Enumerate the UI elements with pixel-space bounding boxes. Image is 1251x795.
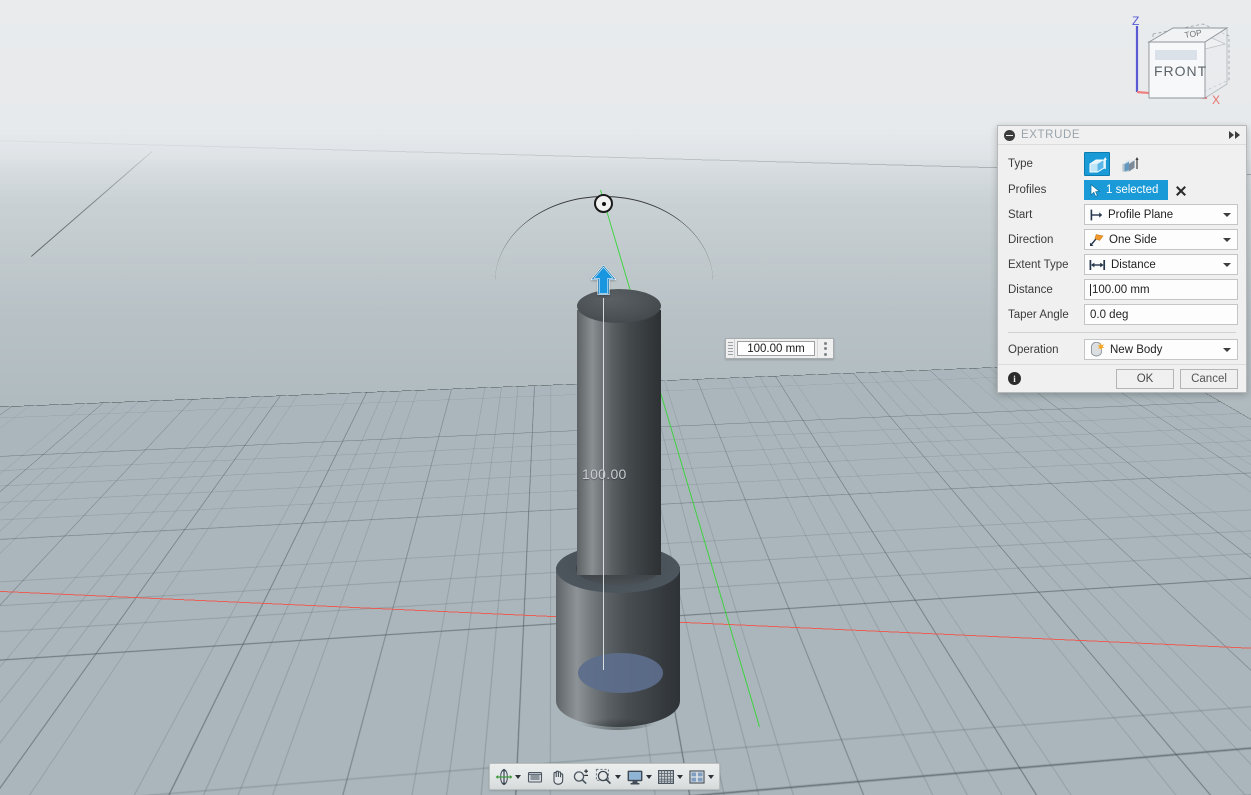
extent-type-dropdown[interactable]: Distance — [1084, 254, 1238, 275]
label-profiles: Profiles — [1008, 184, 1047, 196]
view-cube[interactable]: Z X TOP FRONT — [1127, 14, 1239, 120]
extrude-dimension-overlay: 100.00 — [582, 466, 627, 482]
zoom-window-icon — [595, 768, 612, 784]
navigation-toolbar[interactable] — [489, 763, 720, 790]
new-body-icon — [1090, 342, 1105, 357]
dimension-value-input[interactable]: 100.00 mm — [737, 341, 815, 356]
extrude-thin-icon — [1121, 156, 1139, 172]
start-dropdown[interactable]: Profile Plane — [1084, 204, 1238, 225]
row-profiles: Profiles 1 selected — [998, 178, 1246, 202]
display-settings-button[interactable] — [624, 765, 654, 788]
dialog-footer: i OK Cancel — [998, 364, 1246, 392]
clear-x-icon[interactable] — [1174, 184, 1187, 197]
taper-angle-input[interactable]: 0.0 deg — [1084, 304, 1238, 325]
monitor-icon — [627, 770, 643, 784]
start-caret-icon[interactable] — [1223, 212, 1231, 217]
type-solid-button[interactable] — [1084, 152, 1110, 176]
solid-body[interactable]: 100.00 — [0, 0, 1251, 795]
3d-modeling-viewport[interactable]: 100.00 Z X TOP FRONT 100.00 mm — [0, 0, 1251, 795]
floating-dimension-input[interactable]: 100.00 mm — [725, 338, 834, 359]
direction-value: One Side — [1109, 233, 1157, 246]
one-side-flag-icon — [1090, 233, 1104, 246]
grid-snaps-button[interactable] — [655, 765, 685, 788]
look-at-button[interactable] — [524, 765, 546, 788]
row-operation: Operation New Body — [998, 337, 1246, 362]
label-operation: Operation — [1008, 343, 1059, 356]
extruded-cylinder-side — [577, 310, 661, 575]
direction-caret-icon[interactable] — [1223, 237, 1231, 242]
cancel-button[interactable]: Cancel — [1180, 368, 1238, 389]
grid-icon — [658, 769, 674, 784]
info-icon[interactable]: i — [1008, 372, 1021, 385]
profile-plane-icon — [1090, 209, 1103, 220]
row-distance: Distance 100.00 mm — [998, 277, 1246, 302]
label-taper-angle: Taper Angle — [1008, 308, 1069, 321]
type-thin-button[interactable] — [1116, 152, 1142, 176]
operation-caret-icon[interactable] — [1223, 347, 1231, 352]
viewports-button[interactable] — [686, 765, 716, 788]
operation-value: New Body — [1110, 343, 1163, 356]
distance-value: 100.00 mm — [1092, 283, 1150, 296]
up-arrow-handle-icon[interactable] — [591, 265, 616, 295]
row-extent-type: Extent Type Distance — [998, 252, 1246, 277]
grid-snaps-caret-icon[interactable] — [677, 774, 683, 779]
label-start: Start — [1008, 208, 1033, 221]
selected-profile-face[interactable] — [578, 653, 663, 693]
dialog-title: EXTRUDE — [1021, 129, 1081, 141]
viewcube-z-label: Z — [1132, 14, 1139, 28]
collapse-circle-icon[interactable] — [1004, 129, 1015, 141]
profiles-value: 1 selected — [1106, 184, 1159, 196]
orbit-caret-icon[interactable] — [515, 774, 521, 779]
distance-arrows-icon — [1089, 259, 1106, 270]
text-caret — [1090, 283, 1091, 296]
operation-dropdown[interactable]: New Body — [1084, 339, 1238, 360]
zoom-window-button[interactable] — [593, 765, 623, 788]
label-extent-type: Extent Type — [1008, 258, 1069, 271]
taper-angle-value: 0.0 deg — [1090, 308, 1129, 321]
base-cylinder-bottom-shadow — [556, 700, 680, 730]
extent-type-caret-icon[interactable] — [1223, 262, 1231, 267]
more-options-icon[interactable] — [817, 339, 833, 358]
extrude-center-axis — [603, 298, 604, 670]
zoom-window-caret-icon[interactable] — [615, 774, 621, 779]
dialog-titlebar[interactable]: EXTRUDE — [998, 126, 1246, 145]
profiles-select-button[interactable]: 1 selected — [1084, 180, 1169, 200]
label-direction: Direction — [1008, 233, 1054, 246]
look-at-icon — [527, 771, 543, 783]
orbit-button[interactable] — [493, 765, 523, 788]
viewcube-x-label: X — [1212, 93, 1220, 107]
extruded-cylinder-top-face[interactable] — [577, 289, 661, 323]
display-settings-caret-icon[interactable] — [646, 774, 652, 779]
extrude-dialog[interactable]: EXTRUDE Type Profiles 1 selected Start P… — [997, 125, 1247, 393]
start-value: Profile Plane — [1108, 208, 1174, 221]
label-distance: Distance — [1008, 283, 1053, 296]
pan-button[interactable] — [547, 765, 569, 788]
extent-type-value: Distance — [1111, 258, 1156, 271]
cursor-arrow-icon — [1090, 183, 1101, 197]
orbit-icon — [495, 768, 513, 785]
row-taper-angle: Taper Angle 0.0 deg — [998, 302, 1246, 327]
zoom-button[interactable] — [570, 765, 592, 788]
extrude-solid-icon — [1089, 156, 1107, 172]
row-start: Start Profile Plane — [998, 202, 1246, 227]
label-type: Type — [1008, 158, 1033, 170]
viewports-icon — [689, 769, 705, 784]
viewcube-front-label: FRONT — [1154, 63, 1207, 79]
zoom-plus-minus-icon — [573, 768, 588, 784]
application-window: 100.00 Z X TOP FRONT 100.00 mm EXTRUDE T… — [0, 0, 1251, 795]
distance-input[interactable]: 100.00 mm — [1084, 279, 1238, 300]
dialog-divider — [1008, 332, 1236, 333]
expand-double-chevron-icon[interactable] — [1229, 131, 1240, 139]
pan-hand-icon — [553, 770, 564, 785]
direction-dropdown[interactable]: One Side — [1084, 229, 1238, 250]
row-direction: Direction One Side — [998, 227, 1246, 252]
row-type: Type — [998, 150, 1246, 178]
dialog-body: Type Profiles 1 selected Start Profile P… — [998, 145, 1246, 364]
drag-grip-icon[interactable] — [726, 339, 735, 358]
viewports-caret-icon[interactable] — [708, 774, 714, 779]
ok-button[interactable]: OK — [1116, 368, 1174, 389]
